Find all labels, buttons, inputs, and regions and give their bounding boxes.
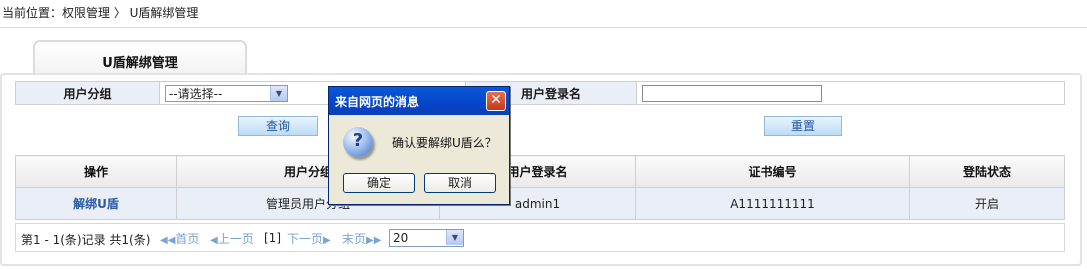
- next-page-link[interactable]: 下一页▶: [287, 230, 331, 247]
- search-form: 用户分组 --请选择-- ▼ 用户登录名: [15, 81, 1065, 105]
- col-header-action: 操作: [15, 155, 177, 188]
- pager-info: 第1 - 1(条)记录 共1(条): [21, 233, 151, 247]
- group-label: 用户分组: [15, 81, 160, 105]
- tab-ukey-unbind[interactable]: U盾解绑管理: [33, 40, 247, 74]
- question-icon: ?: [343, 127, 373, 157]
- chevron-down-icon[interactable]: ▼: [446, 230, 463, 245]
- confirm-dialog: 来自网页的消息 ✕ ? 确认要解绑U盾么？ 确定 取消: [328, 86, 510, 205]
- close-icon[interactable]: ✕: [486, 91, 506, 111]
- query-button[interactable]: 查询: [238, 116, 318, 136]
- group-select-value: --请选择--: [169, 86, 223, 101]
- cancel-button[interactable]: 取消: [424, 173, 496, 193]
- col-header-status: 登陆状态: [909, 155, 1065, 188]
- pagination: 第1 - 1(条)记录 共1(条) ◀◀首页 ◀上一页 [1] 下一页▶ 末页▶…: [15, 223, 1065, 252]
- ok-button[interactable]: 确定: [343, 173, 415, 193]
- prev-page-icon: ◀: [210, 235, 218, 246]
- breadcrumb-text: 当前位置：权限管理 〉 U盾解绑管理: [2, 6, 199, 20]
- last-page-icon: ▶▶: [366, 235, 382, 246]
- dialog-titlebar: 来自网页的消息 ✕: [329, 87, 509, 115]
- last-page-link[interactable]: 末页▶▶: [342, 230, 381, 247]
- col-header-cert: 证书编号: [635, 155, 910, 188]
- next-page-icon: ▶: [323, 235, 331, 246]
- dialog-title: 来自网页的消息: [335, 95, 420, 109]
- login-name-input[interactable]: [642, 84, 822, 102]
- first-page-link[interactable]: ◀◀首页: [160, 230, 199, 247]
- cell-cert: A1111111111: [635, 187, 910, 220]
- chevron-down-icon[interactable]: ▼: [270, 85, 287, 101]
- dialog-message: 确认要解绑U盾么？: [392, 136, 497, 150]
- table-row: 解绑U盾 管理员用户分组 admin1 A1111111111 开启: [15, 187, 1065, 220]
- reset-button[interactable]: 重置: [764, 116, 842, 136]
- page-size-value: 20: [393, 231, 409, 245]
- current-page: [1]: [264, 231, 281, 245]
- unbind-ukey-link[interactable]: 解绑U盾: [73, 197, 119, 211]
- first-page-icon: ◀◀: [160, 235, 176, 246]
- tab-label: U盾解绑管理: [102, 56, 178, 71]
- page-size-select[interactable]: 20 ▼: [389, 229, 464, 247]
- cell-status: 开启: [909, 187, 1065, 220]
- breadcrumb: 当前位置：权限管理 〉 U盾解绑管理: [0, 0, 1087, 28]
- prev-page-link[interactable]: ◀上一页: [210, 230, 254, 247]
- group-select[interactable]: --请选择-- ▼: [165, 84, 288, 102]
- result-table: 操作 用户分组 用户登录名 证书编号 登陆状态 解绑U盾 管理员用户分组 adm…: [15, 155, 1065, 220]
- table-header-row: 操作 用户分组 用户登录名 证书编号 登陆状态: [15, 155, 1065, 188]
